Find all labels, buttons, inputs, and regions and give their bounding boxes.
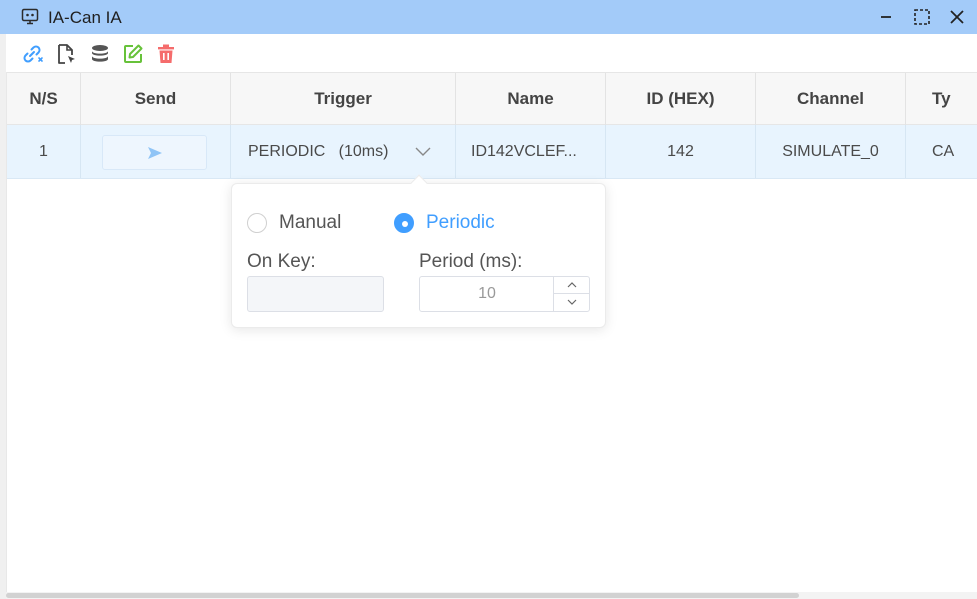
name-cell: ID142VCLEF... [456, 125, 606, 178]
column-header-channel[interactable]: Channel [756, 73, 906, 125]
radio-manual-circle[interactable] [247, 213, 267, 233]
period-label: Period (ms): [419, 251, 523, 272]
id-hex-cell: 142 [606, 125, 756, 178]
table-header: N/S Send Trigger Name ID (HEX) Channel T… [7, 72, 977, 125]
horizontal-scrollbar[interactable] [6, 592, 977, 599]
type-cell: CA [906, 125, 977, 178]
radio-manual-label[interactable]: Manual [279, 212, 341, 234]
message-table: N/S Send Trigger Name ID (HEX) Channel T… [6, 72, 977, 592]
title-bar: IA-Can IA [0, 0, 977, 34]
send-button[interactable] [102, 135, 207, 170]
window-title: IA-Can IA [48, 8, 122, 27]
trigger-value: PERIODIC (10ms) [248, 143, 389, 160]
table-row[interactable]: 1 PERIODIC (10ms) ID142VCLEF... 142 SIMU… [7, 125, 977, 179]
column-header-ns[interactable]: N/S [7, 73, 81, 125]
chevron-up-icon [567, 282, 577, 288]
column-header-name[interactable]: Name [456, 73, 606, 125]
app-window: IA-Can IA N/S Send Trigger Name ID (HEX)… [0, 0, 977, 599]
on-key-label: On Key: [247, 251, 316, 272]
on-key-input[interactable] [247, 276, 384, 312]
period-input[interactable]: 10 [419, 276, 590, 312]
radio-periodic-circle[interactable] [394, 213, 414, 233]
period-value[interactable]: 10 [420, 277, 554, 311]
scrollbar-thumb[interactable] [6, 593, 799, 598]
decrement-button[interactable] [554, 294, 590, 311]
file-cursor-icon[interactable] [54, 42, 78, 66]
send-cell [81, 125, 231, 178]
toolbar [0, 34, 977, 72]
radio-periodic-label[interactable]: Periodic [426, 212, 495, 234]
period-stepper [553, 277, 590, 311]
trigger-popover: Manual Periodic On Key: Period (ms): 10 [231, 174, 606, 328]
maximize-icon[interactable] [910, 5, 934, 29]
link-icon[interactable] [20, 42, 44, 66]
close-icon[interactable] [945, 5, 969, 29]
trash-icon[interactable] [154, 42, 178, 66]
channel-cell: SIMULATE_0 [756, 125, 906, 178]
database-icon[interactable] [88, 42, 112, 66]
edit-icon[interactable] [121, 42, 145, 66]
trigger-cell[interactable]: PERIODIC (10ms) [231, 125, 456, 178]
send-arrow-icon [148, 147, 162, 159]
increment-button[interactable] [554, 277, 590, 294]
column-header-send[interactable]: Send [81, 73, 231, 125]
monitor-robot-icon [21, 8, 39, 25]
chevron-down-small-icon [567, 299, 577, 305]
column-header-type[interactable]: Ty [906, 73, 977, 125]
column-header-trigger[interactable]: Trigger [231, 73, 456, 125]
ns-cell: 1 [7, 125, 81, 178]
column-header-id-hex[interactable]: ID (HEX) [606, 73, 756, 125]
chevron-down-icon[interactable] [414, 143, 432, 159]
minimize-icon[interactable] [874, 5, 898, 29]
